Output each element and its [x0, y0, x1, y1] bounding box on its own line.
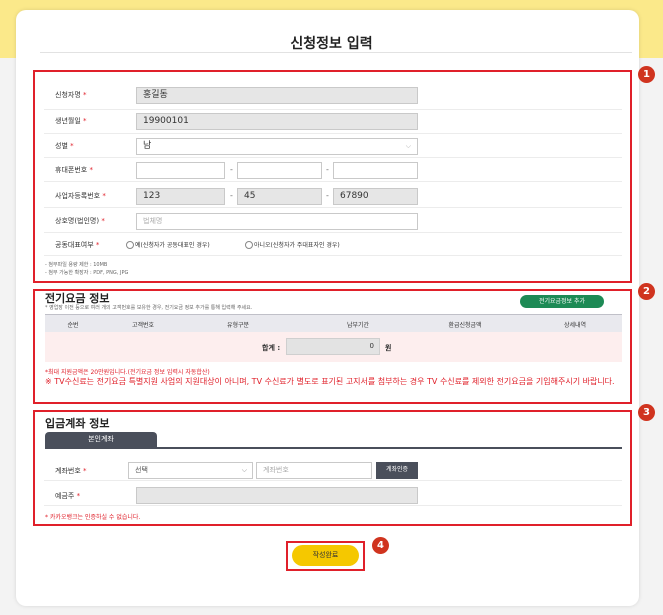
label-joint-representative: 공동대표여부 * — [55, 241, 100, 249]
label-business-number: 사업자등록번호 * — [55, 192, 106, 200]
step-badge-2: 2 — [638, 283, 655, 300]
page-title: 신청정보 입력 — [290, 36, 373, 52]
business-number-dash: - — [230, 191, 233, 200]
phone-field-1[interactable] — [136, 162, 225, 179]
label-applicant-name: 신청자명 * — [55, 91, 87, 99]
chevron-down-icon: ⌵ — [405, 142, 411, 150]
business-number-dash: - — [326, 191, 329, 200]
step-badge-4: 4 — [372, 537, 389, 554]
label-company-name: 상호명(법인명) * — [55, 217, 105, 225]
kakaobank-note: * 카카오뱅크는 인증하실 수 없습니다. — [45, 514, 141, 521]
bank-select[interactable]: 선택 ⌵ — [128, 462, 253, 479]
chevron-down-icon: ⌵ — [241, 466, 247, 474]
step-badge-3: 3 — [638, 404, 655, 421]
electricity-section-subtitle: * 영업장 이전 등으로 여러 개의 고객번호를 보유한 경우, 전기요금 정보… — [45, 305, 253, 311]
total-label: 합계 : — [262, 344, 281, 352]
row-divider — [44, 109, 622, 110]
label-phone: 휴대폰번호 * — [55, 166, 93, 174]
account-number-input[interactable]: 계좌번호 — [256, 462, 372, 479]
tab-underline — [45, 447, 622, 449]
column-header: 순번 — [67, 322, 79, 329]
business-number-field-2[interactable]: 45 — [237, 188, 322, 205]
row-divider — [44, 207, 622, 208]
step-badge-1: 1 — [638, 66, 655, 83]
add-electricity-info-button[interactable]: 전기요금정보 추가 — [520, 295, 604, 308]
label-account-holder: 예금주 * — [55, 492, 81, 500]
radio-joint-no-label: 아니오(신청자가 주대표자인 경우) — [254, 242, 340, 249]
row-divider — [44, 181, 622, 182]
column-header: 납부기간 — [346, 322, 370, 329]
phone-field-2[interactable] — [237, 162, 322, 179]
applicant-name-field[interactable]: 홍길동 — [136, 87, 418, 104]
phone-dash: - — [326, 165, 329, 174]
attachment-type-note: - 첨부 가능한 확장자 : PDF, PNG, JPG — [45, 270, 129, 276]
account-holder-field[interactable] — [136, 487, 418, 504]
column-header: 상세내역 — [563, 322, 587, 329]
radio-joint-yes[interactable] — [126, 241, 134, 249]
radio-joint-no[interactable] — [245, 241, 253, 249]
gender-value: 남 — [143, 141, 152, 151]
total-amount-field: 0 — [286, 338, 380, 355]
column-header: 환급신청금액 — [448, 322, 482, 329]
phone-field-3[interactable] — [333, 162, 418, 179]
column-header: 고객번호 — [131, 322, 155, 329]
birthdate-field[interactable]: 19900101 — [136, 113, 418, 130]
submit-button[interactable]: 작성완료 — [292, 545, 359, 566]
radio-joint-yes-label: 예(신청자가 공동대표인 경우) — [135, 242, 210, 249]
column-header: 유형구분 — [226, 322, 250, 329]
business-number-field-3[interactable]: 67890 — [333, 188, 418, 205]
phone-dash: - — [230, 165, 233, 174]
row-divider — [44, 232, 622, 233]
row-divider — [44, 480, 622, 481]
business-number-field-1[interactable]: 123 — [136, 188, 225, 205]
row-divider — [44, 133, 622, 134]
verify-account-button[interactable]: 계좌인증 — [376, 462, 418, 479]
row-divider — [44, 255, 622, 256]
total-unit: 원 — [385, 344, 392, 352]
label-account-number: 계좌번호 * — [55, 467, 87, 475]
tab-own-account[interactable]: 본인계좌 — [45, 432, 157, 447]
title-divider — [40, 52, 632, 53]
account-section-title: 입금계좌 정보 — [45, 417, 110, 430]
row-divider — [44, 505, 622, 506]
gender-select[interactable]: 남 ⌵ — [136, 138, 418, 155]
company-name-input[interactable]: 법체명 — [136, 213, 418, 230]
total-amount-value: 0 — [369, 342, 374, 350]
row-divider — [44, 157, 622, 158]
attachment-size-note: - 첨부파일 용량 제한 : 10MB — [45, 262, 108, 268]
tv-fee-notice: ※ TV수신료는 전기요금 특별지원 사업의 지원대상이 아니며, TV 수신료… — [45, 377, 615, 386]
label-birthdate: 생년월일 * — [55, 117, 87, 125]
label-gender: 성별 * — [55, 142, 74, 150]
bank-select-value: 선택 — [135, 466, 148, 474]
